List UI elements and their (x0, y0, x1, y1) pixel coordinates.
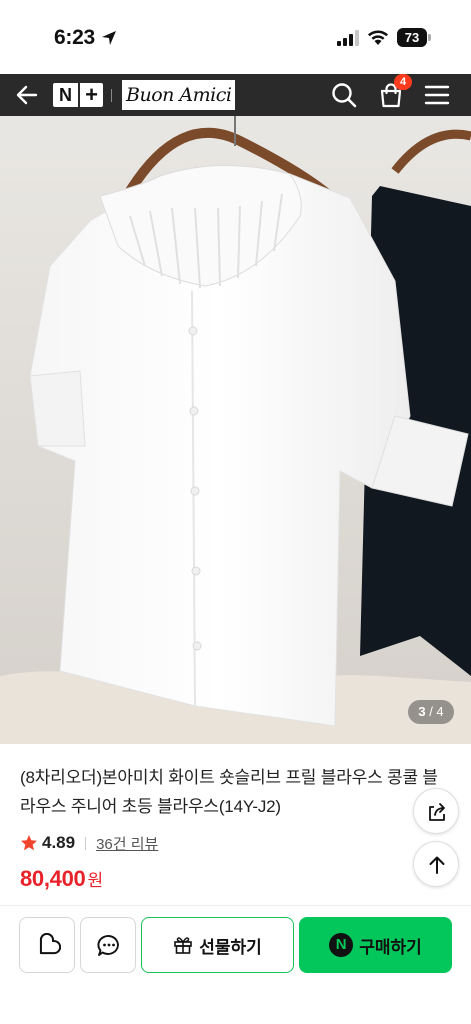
heart-icon (39, 933, 61, 955)
plus-mark: + (78, 83, 103, 107)
chat-button[interactable] (80, 917, 136, 973)
naver-n-mark: N (59, 85, 72, 105)
arrow-up-icon (429, 856, 445, 874)
image-counter-current: 3 (418, 704, 426, 719)
cellular-signal-icon (337, 30, 359, 46)
location-arrow-icon (102, 31, 116, 45)
share-button[interactable] (413, 788, 459, 834)
price-row: 80,400 원 (20, 866, 103, 892)
header-divider (111, 89, 112, 102)
bottom-action-bar: 선물하기 N 구매하기 (0, 905, 471, 1024)
product-image[interactable]: 3 / 4 (0, 116, 471, 744)
battery-icon: 73 (397, 28, 431, 47)
gift-button[interactable]: 선물하기 (141, 917, 294, 973)
cart-count-badge: 4 (394, 74, 412, 90)
star-icon (21, 835, 37, 851)
chat-bubble-icon (97, 935, 119, 956)
store-logo[interactable]: Buon Amici (122, 80, 236, 110)
buy-button-label: 구매하기 (359, 937, 422, 957)
search-icon[interactable] (330, 81, 358, 109)
image-counter: 3 / 4 (408, 700, 454, 724)
price-unit: 원 (87, 871, 104, 890)
review-count-link[interactable]: 36건 리뷰 (96, 833, 158, 854)
gift-icon (174, 937, 193, 954)
rating-value: 4.89 (42, 833, 76, 852)
price-value: 80,400 (20, 866, 86, 891)
scroll-to-top-button[interactable] (413, 841, 459, 887)
wishlist-button[interactable] (19, 917, 75, 973)
rating-row: 4.89 36건 리뷰 (20, 832, 158, 854)
naver-pay-icon: N (329, 933, 354, 957)
buy-button[interactable]: N 구매하기 (299, 917, 452, 973)
share-icon (429, 803, 445, 821)
menu-icon[interactable] (424, 83, 450, 107)
gift-button-label: 선물하기 (199, 937, 262, 957)
back-arrow-icon[interactable] (14, 82, 40, 108)
status-bar: 6:23 73 (0, 0, 471, 74)
rating-divider (85, 836, 87, 850)
image-counter-total: / 4 (429, 704, 444, 719)
naver-plus-logo[interactable]: N + (53, 83, 103, 107)
product-photo (0, 116, 471, 744)
app-header: N + Buon Amici 4 (0, 74, 471, 116)
wifi-icon (368, 30, 388, 45)
product-title: (8차리오더)본아미치 화이트 숏슬리브 프릴 블라우스 콩쿨 블라우스 주니어… (20, 768, 438, 816)
status-time: 6:23 (54, 26, 95, 49)
battery-level: 73 (397, 28, 427, 47)
